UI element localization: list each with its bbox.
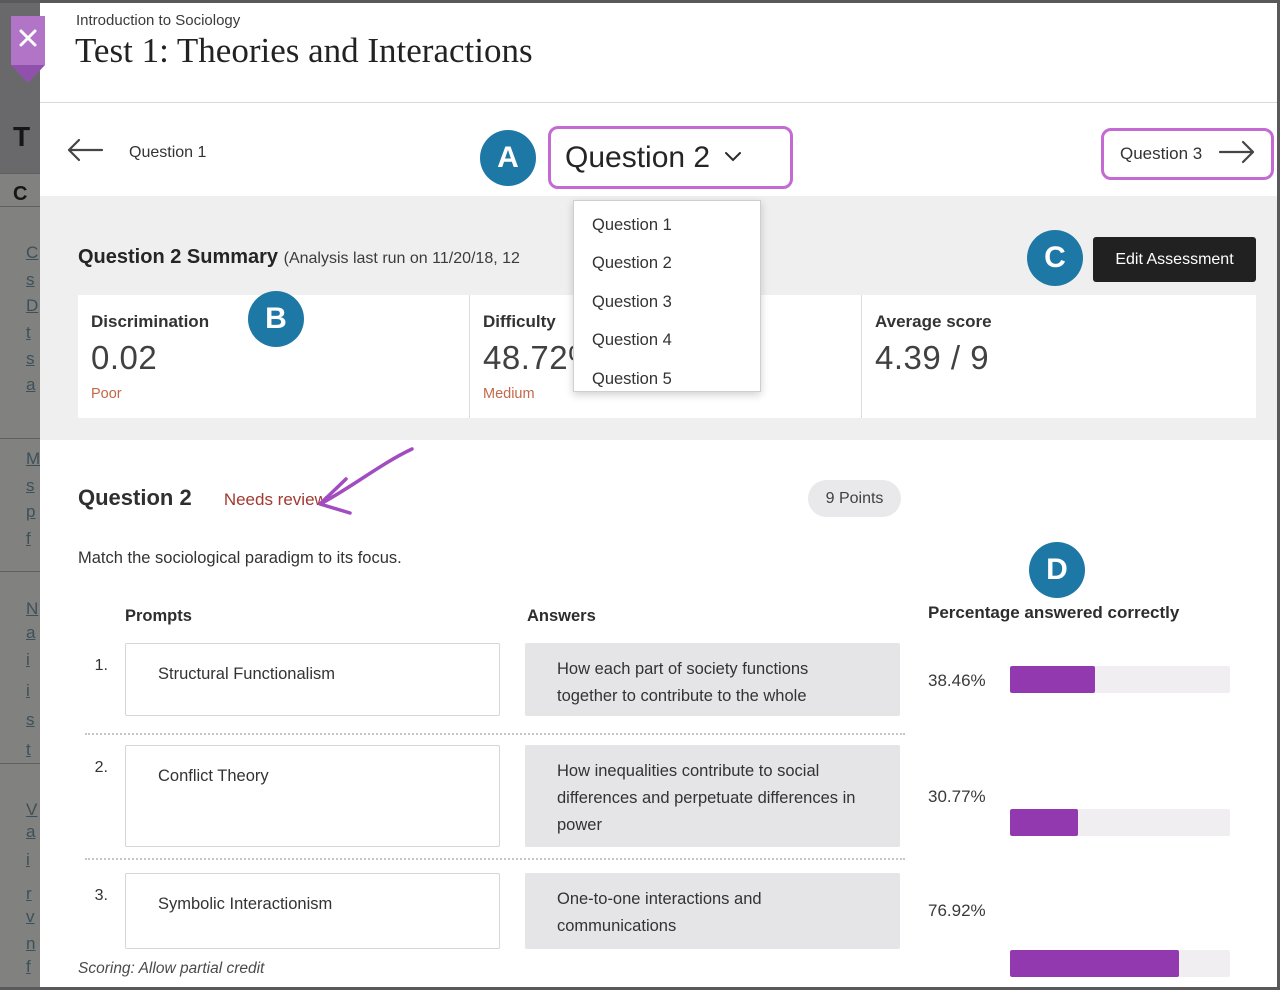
dropdown-item-question-1[interactable]: Question 1: [574, 206, 760, 245]
assessment-panel: Introduction to Sociology Test 1: Theori…: [40, 3, 1277, 987]
divider: [40, 102, 1277, 103]
annotation-d-badge: D: [1029, 542, 1085, 598]
question-heading: Question 2 Needs review: [78, 485, 327, 511]
summary-heading: Question 2 Summary (Analysis last run on…: [78, 246, 520, 269]
stat-rating: Poor: [91, 386, 469, 402]
dropdown-item-question-3[interactable]: Question 3: [574, 283, 760, 322]
question-heading-text: Question 2: [78, 485, 192, 510]
pct-correct-bar-fill: [1010, 950, 1179, 977]
underlay-text-fragment: i: [26, 650, 30, 670]
prev-question-label: Question 1: [129, 144, 206, 162]
next-question-button[interactable]: Question 3: [1101, 128, 1274, 180]
screenshot-frame: TCCsDtsaMspfNaiistVairvnf Introduction t…: [0, 0, 1280, 990]
scoring-note: Scoring: Allow partial credit: [78, 960, 264, 978]
answer-box: One-to-one interactions and communicatio…: [525, 873, 900, 949]
dropdown-item-question-5[interactable]: Question 5: [574, 360, 760, 392]
answer-box: How inequalities contribute to social di…: [525, 745, 900, 847]
underlay-text-fragment: T: [13, 121, 30, 153]
row-number: 1.: [86, 657, 108, 675]
underlay-text-fragment: i: [26, 850, 30, 870]
prompt-box: Conflict Theory: [125, 745, 500, 847]
underlay-text-fragment: V: [26, 800, 37, 820]
underlay-text-fragment: C: [26, 243, 38, 263]
underlay-text-fragment: a: [26, 623, 35, 643]
annotation-c-badge: C: [1027, 230, 1083, 286]
close-icon: [18, 28, 38, 53]
edit-assessment-button[interactable]: Edit Assessment: [1093, 237, 1256, 282]
underlay-text-fragment: n: [26, 934, 35, 954]
annotation-b-badge: B: [248, 291, 304, 347]
answers-column-header: Answers: [527, 607, 596, 626]
stat-average-score: Average score 4.39 / 9: [862, 295, 1256, 418]
pct-correct-bar-fill: [1010, 809, 1078, 836]
underlay-text-fragment: a: [26, 822, 35, 842]
answer-box: How each part of society functions toget…: [525, 643, 900, 716]
underlay-text-fragment: f: [26, 957, 31, 977]
underlay-text-fragment: D: [26, 296, 38, 316]
question-dropdown-menu: Question 1 Question 2 Question 3 Questio…: [573, 200, 761, 392]
underlay-text-fragment: C: [13, 183, 27, 206]
row-divider: [85, 733, 905, 735]
current-question-label: Question 2: [565, 141, 710, 175]
underlay-text-fragment: v: [26, 907, 35, 927]
prompts-column-header: Prompts: [125, 607, 192, 626]
underlay-text-fragment: s: [26, 476, 35, 496]
underlay-text-fragment: s: [26, 349, 35, 369]
pct-correct-bar: [1010, 809, 1230, 836]
underlay-text-fragment: f: [26, 529, 31, 549]
underlay-text-fragment: p: [26, 502, 35, 522]
underlay-text-fragment: s: [26, 270, 35, 290]
prompt-box: Symbolic Interactionism: [125, 873, 500, 949]
annotation-a-label: A: [497, 141, 519, 175]
divider: [0, 206, 40, 207]
underlay-page-strip: TCCsDtsaMspfNaiistVairvnf: [0, 3, 40, 987]
underlay-text-fragment: a: [26, 375, 35, 395]
arrow-left-icon: [65, 136, 105, 169]
underlay-text-fragment: M: [26, 449, 40, 469]
row-number: 3.: [86, 887, 108, 905]
underlay-text-fragment: s: [26, 710, 35, 730]
prompt-box: Structural Functionalism: [125, 643, 500, 716]
annotation-b-label: B: [265, 302, 287, 336]
ribbon-fold: [11, 65, 45, 83]
dropdown-item-question-4[interactable]: Question 4: [574, 322, 760, 361]
next-question-label: Question 3: [1120, 144, 1202, 164]
divider: [0, 571, 40, 572]
analysis-timestamp: (Analysis last run on 11/20/18, 12: [284, 250, 520, 267]
annotation-c-label: C: [1044, 241, 1066, 275]
prev-question-button[interactable]: Question 1: [65, 136, 206, 169]
close-panel-button[interactable]: [11, 16, 45, 65]
points-badge: 9 Points: [808, 480, 901, 517]
course-name: Introduction to Sociology: [76, 12, 240, 29]
underlay-text-fragment: N: [26, 599, 38, 619]
stat-value: 4.39 / 9: [875, 339, 1256, 377]
underlay-text-fragment: t: [26, 323, 31, 343]
arrow-right-icon: [1217, 138, 1257, 171]
underlay-text-fragment: t: [26, 740, 31, 760]
pct-correct-label: 38.46%: [928, 671, 986, 691]
pct-correct-label: 30.77%: [928, 787, 986, 807]
page-title: Test 1: Theories and Interactions: [75, 31, 533, 71]
divider: [0, 173, 40, 174]
annotation-d-label: D: [1046, 553, 1068, 587]
pct-correct-bar: [1010, 666, 1230, 693]
summary-heading-text: Question 2 Summary: [78, 246, 278, 268]
row-number: 2.: [86, 759, 108, 777]
chevron-down-icon: [724, 149, 742, 167]
divider: [0, 438, 40, 439]
underlay-text-fragment: r: [26, 884, 32, 904]
pct-correct-label: 76.92%: [928, 901, 986, 921]
question-text: Match the sociological paradigm to its f…: [78, 549, 402, 568]
question-selector-dropdown[interactable]: Question 2: [548, 126, 793, 189]
row-divider: [85, 858, 905, 860]
pct-correct-bar: [1010, 950, 1230, 977]
dropdown-item-question-2[interactable]: Question 2: [574, 245, 760, 284]
percentage-column-header: Percentage answered correctly: [928, 603, 1179, 623]
needs-review-link[interactable]: Needs review: [224, 490, 327, 509]
annotation-a-badge: A: [480, 130, 536, 186]
pct-correct-bar-fill: [1010, 666, 1095, 693]
stat-label: Average score: [875, 312, 1256, 332]
underlay-text-fragment: i: [26, 681, 30, 701]
divider: [0, 763, 40, 764]
